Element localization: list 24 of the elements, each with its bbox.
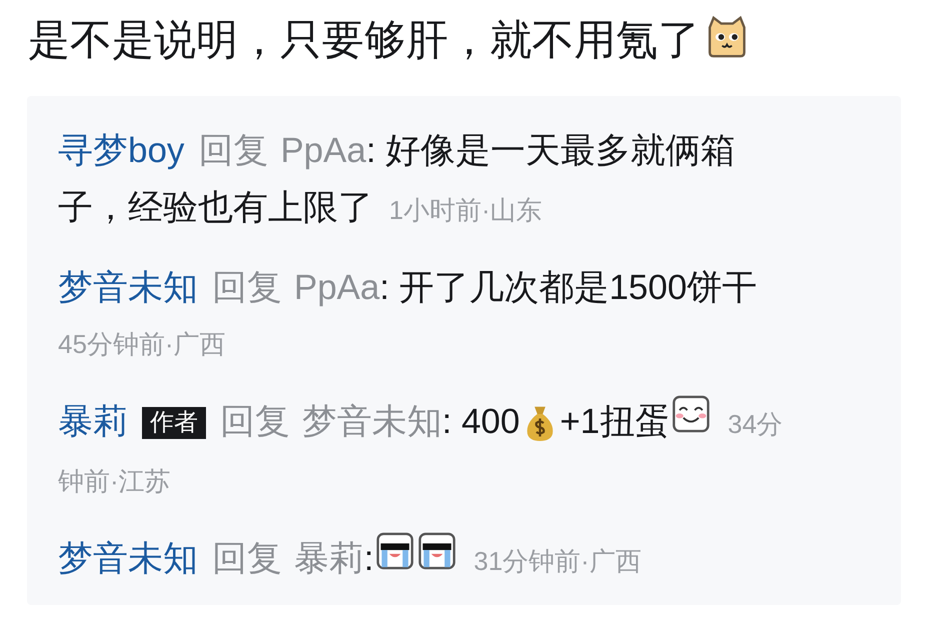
- reply-text: +1扭蛋: [560, 401, 670, 443]
- reply-text: 子，经验也有上限了: [58, 187, 373, 229]
- reply-time: 45分钟前·广西: [58, 328, 226, 361]
- reply-time: 1小时前·山东: [389, 194, 542, 227]
- user-name[interactable]: 梦音未知: [58, 259, 198, 316]
- user-name[interactable]: 暴莉: [58, 393, 128, 450]
- crying-face-icon: [418, 532, 456, 570]
- reply-label: 回复: [212, 538, 282, 580]
- reply-label: 回复: [212, 267, 282, 309]
- reply-time: 钟前·江苏: [58, 465, 171, 498]
- reply-text: : 开了几次都是1500饼干: [380, 267, 757, 309]
- reply-time: 34分: [728, 408, 783, 441]
- user-name[interactable]: 寻梦boy: [58, 122, 184, 179]
- post-text: 是不是说明，只要够肝，就不用氪了: [28, 16, 700, 63]
- reply-text: : 好像是一天最多就俩箱: [366, 130, 736, 172]
- reply-text: : 400: [442, 401, 520, 443]
- crying-face-icon: [376, 532, 414, 570]
- reply-label: 回复: [198, 130, 268, 172]
- smiling-face-icon: [672, 395, 710, 433]
- user-name[interactable]: 梦音未知: [58, 530, 198, 587]
- reply-time: 31分钟前·广西: [474, 545, 642, 578]
- reply-text: :: [364, 538, 374, 580]
- author-badge: 作者: [142, 407, 206, 439]
- reply-label: 回复: [220, 401, 290, 443]
